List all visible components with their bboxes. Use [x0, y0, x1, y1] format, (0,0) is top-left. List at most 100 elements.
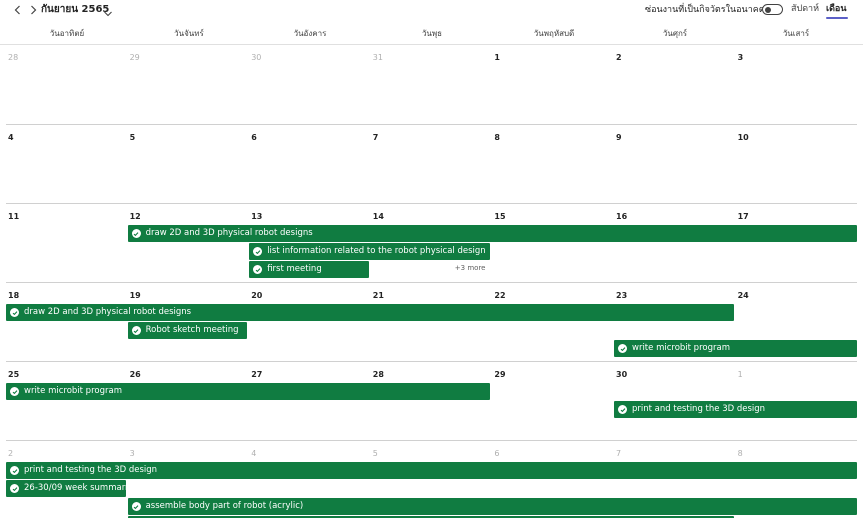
more-tasks-link[interactable]: +3 more — [455, 264, 486, 273]
day-number[interactable]: 16 — [616, 212, 627, 222]
day-number[interactable]: 29 — [130, 53, 140, 63]
checkmark-icon — [253, 265, 263, 274]
week-row: 4 5 6 7 8 9 10 — [6, 124, 857, 203]
next-month-button[interactable] — [27, 3, 39, 17]
day-number[interactable]: 27 — [251, 370, 262, 380]
day-number[interactable]: 29 — [494, 370, 505, 380]
day-number[interactable]: 22 — [494, 291, 505, 301]
day-number[interactable]: 3 — [130, 449, 135, 459]
checkmark-icon — [131, 502, 141, 511]
weekday-tuesday: วันอังคาร — [293, 29, 327, 38]
weekday-header: วันอาทิตย์ วันจันทร์ วันอังคาร วันพุธ วั… — [0, 22, 863, 45]
checkmark-icon — [10, 308, 19, 317]
toggle-knob — [765, 6, 771, 13]
view-month-tab[interactable]: เดือน — [826, 3, 846, 15]
day-number[interactable]: 30 — [616, 370, 627, 380]
task-bar[interactable]: Robot sketch meeting — [127, 322, 248, 339]
task-bar[interactable]: print and testing the 3D design — [6, 462, 858, 479]
day-number[interactable]: 26 — [130, 370, 141, 380]
checkmark-icon — [131, 229, 141, 238]
day-number[interactable]: 2 — [8, 449, 13, 459]
weekday-friday: วันศุกร์ — [662, 29, 688, 38]
weekday-wednesday: วันพุธ — [421, 29, 443, 38]
task-bar[interactable]: list information related to the robot ph… — [249, 243, 491, 260]
task-title: write microbit program — [24, 386, 122, 396]
day-number[interactable]: 5 — [130, 133, 136, 143]
day-number[interactable]: 15 — [494, 212, 505, 222]
day-number[interactable]: 1 — [494, 53, 500, 63]
day-number[interactable]: 24 — [738, 291, 749, 301]
day-number[interactable]: 14 — [373, 212, 384, 222]
view-week-tab[interactable]: สัปดาห์ — [791, 3, 819, 15]
day-number[interactable]: 31 — [373, 53, 383, 63]
day-number[interactable]: 2 — [616, 53, 622, 63]
task-bar[interactable]: write microbit program — [614, 340, 858, 357]
task-bar[interactable]: draw 2D and 3D physical robot designs — [6, 304, 734, 321]
day-number[interactable]: 28 — [373, 370, 384, 380]
active-tab-indicator — [826, 17, 848, 19]
weekday-monday: วันจันทร์ — [174, 29, 204, 38]
day-number[interactable]: 5 — [373, 449, 378, 459]
day-number[interactable]: 11 — [8, 212, 19, 222]
day-number[interactable]: 9 — [616, 133, 622, 143]
day-number[interactable]: 3 — [738, 53, 744, 63]
week-row: 11 12 13 14 15 16 17 draw 2D and 3D physical ro… — [6, 203, 858, 282]
current-month-label[interactable]: กันยายน 2565 — [41, 3, 109, 17]
day-number[interactable]: 18 — [8, 291, 19, 301]
task-bar[interactable]: write microbit program — [6, 383, 491, 400]
task-title: list information related to the robot ph… — [267, 246, 486, 256]
checkmark-icon — [10, 466, 19, 475]
day-number[interactable]: 6 — [251, 133, 257, 143]
task-bar[interactable]: first meeting — [249, 261, 369, 278]
day-number[interactable]: 19 — [130, 291, 141, 301]
task-bar[interactable]: print and testing the 3D design — [614, 401, 858, 418]
planner-month-view: กันยายน 2565 ซ่อนงานที่เป็นกิจวัตรในอนาค… — [0, 0, 863, 518]
day-number[interactable]: 4 — [8, 133, 14, 143]
weekday-saturday: วันเสาร์ — [782, 29, 810, 38]
week-row: 18 19 20 21 22 23 24 draw 2D and 3D physical ro… — [6, 282, 858, 361]
day-number[interactable]: 6 — [494, 449, 499, 459]
day-number[interactable]: 17 — [738, 212, 749, 222]
task-title: write microbit program — [632, 343, 730, 353]
day-number[interactable]: 4 — [251, 449, 256, 459]
previous-month-button[interactable] — [11, 3, 23, 17]
task-title: print and testing the 3D design — [632, 404, 766, 414]
day-number[interactable]: 30 — [251, 53, 261, 63]
checkmark-icon — [618, 405, 627, 414]
task-bar[interactable]: assemble body part of robot (acrylic) — [127, 498, 858, 515]
checkmark-icon — [10, 484, 19, 493]
week-row: 25 26 27 28 29 30 1 write microbit program print… — [6, 361, 858, 440]
hide-recurring-toggle[interactable] — [762, 4, 783, 15]
task-title: assemble body part of robot (acrylic) — [145, 501, 304, 511]
week-row: 2 3 4 5 6 7 8 print and testing the 3D design 26… — [6, 440, 858, 518]
day-number[interactable]: 7 — [373, 133, 379, 143]
month-picker-dropdown[interactable] — [103, 4, 115, 17]
day-number[interactable]: 23 — [616, 291, 627, 301]
calendar-toolbar: กันยายน 2565 ซ่อนงานที่เป็นกิจวัตรในอนาค… — [0, 0, 863, 22]
task-title: print and testing the 3D design — [24, 465, 158, 475]
task-title: first meeting — [267, 264, 322, 274]
weekday-thursday: วันพฤหัสบดี — [533, 29, 575, 38]
task-title: 26-30/09 week summarry — [24, 483, 126, 493]
task-bar[interactable]: 26-30/09 week summarry — [6, 480, 126, 497]
checkmark-icon — [131, 326, 141, 335]
weekday-sunday: วันอาทิตย์ — [49, 29, 85, 38]
checkmark-icon — [253, 247, 263, 256]
week-row: 28 29 30 31 1 2 3 — [6, 45, 857, 124]
day-number[interactable]: 1 — [738, 370, 743, 380]
day-number[interactable]: 25 — [8, 370, 19, 380]
task-bar[interactable]: draw 2D and 3D physical robot designs — [127, 225, 858, 242]
chevron-left-icon — [14, 5, 20, 15]
day-number[interactable]: 8 — [494, 133, 500, 143]
day-number[interactable]: 20 — [251, 291, 262, 301]
month-grid: 28 29 30 31 1 2 3 4 5 6 7 8 9 10 11 12 13 14 15 16 17 draw 2D… — [6, 45, 858, 518]
day-number[interactable]: 21 — [373, 291, 384, 301]
day-number[interactable]: 8 — [738, 449, 743, 459]
day-number[interactable]: 10 — [738, 133, 749, 143]
chevron-right-icon — [30, 5, 36, 15]
day-number[interactable]: 28 — [8, 53, 18, 63]
task-title: draw 2D and 3D physical robot designs — [24, 307, 192, 317]
day-number[interactable]: 13 — [251, 212, 262, 222]
day-number[interactable]: 12 — [130, 212, 141, 222]
day-number[interactable]: 7 — [616, 449, 621, 459]
